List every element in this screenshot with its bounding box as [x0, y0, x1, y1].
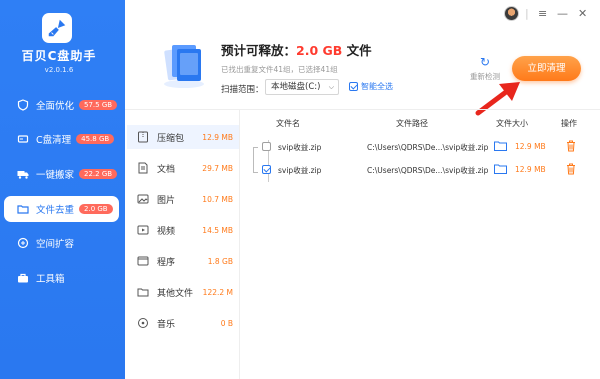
app-logo [42, 13, 72, 43]
music-icon [136, 317, 149, 330]
category-size: 0 B [220, 318, 233, 328]
file-name: svip收益.zip [278, 143, 322, 152]
category-label: 视频 [157, 226, 176, 237]
sidebar-item-label: 全面优化 [36, 101, 75, 112]
sidebar-item-move[interactable]: 一键搬家 22.2 GB [4, 161, 119, 187]
smart-select-all[interactable]: 智能全选 [349, 81, 393, 92]
refresh-icon: ↻ [479, 55, 491, 69]
trash-icon[interactable] [566, 140, 576, 152]
column-header-name: 文件名 [276, 119, 300, 128]
rescan-button[interactable]: ↻ 重新检测 [466, 55, 504, 82]
row-checkbox[interactable] [262, 142, 271, 151]
user-avatar[interactable] [504, 6, 519, 21]
estimate-size: 2.0 GB [296, 43, 343, 58]
category-size: 10.7 MB [202, 194, 233, 204]
size-badge: 2.0 GB [79, 204, 113, 214]
file-name: svip收益.zip [278, 166, 322, 175]
category-size: 14.5 MB [202, 225, 233, 235]
shield-icon [17, 99, 29, 111]
category-other[interactable]: 其他文件 122.2 M [127, 280, 239, 304]
truck-icon [17, 168, 29, 180]
open-folder-icon[interactable] [494, 164, 507, 174]
other-files-icon [136, 286, 149, 299]
category-label: 其他文件 [157, 288, 194, 299]
close-button[interactable]: ✕ [578, 7, 587, 20]
column-header-size: 文件大小 [496, 119, 528, 128]
sidebar-item-full-optimize[interactable]: 全面优化 57.5 GB [4, 92, 119, 118]
column-header-path: 文件路径 [396, 119, 428, 128]
estimate-title: 预计可释放：2.0 GB 文件 [221, 43, 372, 58]
found-summary: 已找出重复文件41组，已选择41组 [221, 65, 338, 74]
sidebar-item-label: 空间扩容 [36, 239, 75, 250]
video-icon [136, 224, 149, 237]
separator: | [525, 7, 529, 20]
sidebar-item-toolbox[interactable]: 工具箱 [4, 265, 119, 291]
category-video[interactable]: 视频 14.5 MB [127, 218, 239, 242]
broom-icon [48, 19, 66, 37]
toolbox-icon [17, 272, 29, 284]
header-divider [125, 109, 600, 110]
trash-icon[interactable] [566, 163, 576, 175]
category-document[interactable]: 文档 29.7 MB [127, 156, 239, 180]
category-label: 程序 [157, 257, 176, 268]
file-size: 12.9 MB [515, 142, 546, 151]
sidebar-item-label: 文件去重 [36, 205, 75, 216]
size-badge: 57.5 GB [79, 100, 118, 110]
category-label: 音乐 [157, 319, 176, 330]
size-badge: 45.8 GB [76, 134, 115, 144]
file-size: 12.9 MB [515, 165, 546, 174]
program-icon [136, 255, 149, 268]
sidebar-item-label: 一键搬家 [36, 170, 75, 181]
clean-now-button[interactable]: 立即清理 [512, 56, 581, 81]
image-icon [136, 193, 149, 206]
arrow-pointer-icon [475, 82, 520, 116]
sidebar-item-c-clean[interactable]: C盘清理 45.8 GB [4, 126, 119, 152]
category-label: 压缩包 [157, 133, 185, 144]
sidebar: 百贝C盘助手 v2.0.1.6 全面优化 57.5 GB C盘清理 45.8 G… [0, 0, 125, 379]
minimize-button[interactable]: — [557, 7, 568, 20]
panel-divider [239, 110, 240, 379]
app-version: v2.0.1.6 [44, 66, 74, 74]
sidebar-item-dedupe[interactable]: 文件去重 2.0 GB [4, 196, 119, 222]
category-music[interactable]: 音乐 0 B [127, 311, 239, 335]
chevron-down-icon: ⌵ [328, 83, 334, 91]
document-icon [136, 162, 149, 175]
category-archive[interactable]: 压缩包 12.9 MB [127, 125, 239, 149]
category-image[interactable]: 图片 10.7 MB [127, 187, 239, 211]
file-stack-icon [164, 45, 204, 88]
category-size: 122.2 M [202, 287, 233, 297]
menu-icon[interactable]: ≡ [538, 7, 547, 20]
open-folder-icon[interactable] [494, 141, 507, 151]
sidebar-item-label: 工具箱 [36, 274, 65, 285]
row-checkbox[interactable] [262, 165, 271, 174]
archive-icon [136, 131, 149, 144]
scan-range-label: 扫描范围： [221, 85, 264, 95]
category-size: 1.8 GB [207, 256, 233, 266]
file-path: C:\Users\QDRS\De...\svip收益.zip [367, 166, 489, 175]
scan-range-select[interactable]: 本地磁盘(C:) ⌵ [265, 79, 339, 95]
group-bracket [253, 147, 258, 173]
category-program[interactable]: 程序 1.8 GB [127, 249, 239, 273]
column-header-action: 操作 [561, 119, 577, 128]
sidebar-item-label: C盘清理 [36, 135, 72, 146]
disk-icon [17, 133, 29, 145]
category-size: 12.9 MB [202, 132, 233, 142]
category-label: 文档 [157, 164, 176, 175]
sidebar-item-expand[interactable]: 空间扩容 [4, 230, 119, 256]
category-label: 图片 [157, 195, 176, 206]
size-badge: 22.2 GB [79, 169, 118, 179]
app-name: 百贝C盘助手 [21, 49, 97, 63]
category-size: 29.7 MB [202, 163, 233, 173]
folder-icon [17, 203, 29, 215]
expand-icon [17, 237, 29, 249]
file-path: C:\Users\QDRS\De...\svip收益.zip [367, 143, 489, 152]
checkbox[interactable] [349, 82, 358, 91]
